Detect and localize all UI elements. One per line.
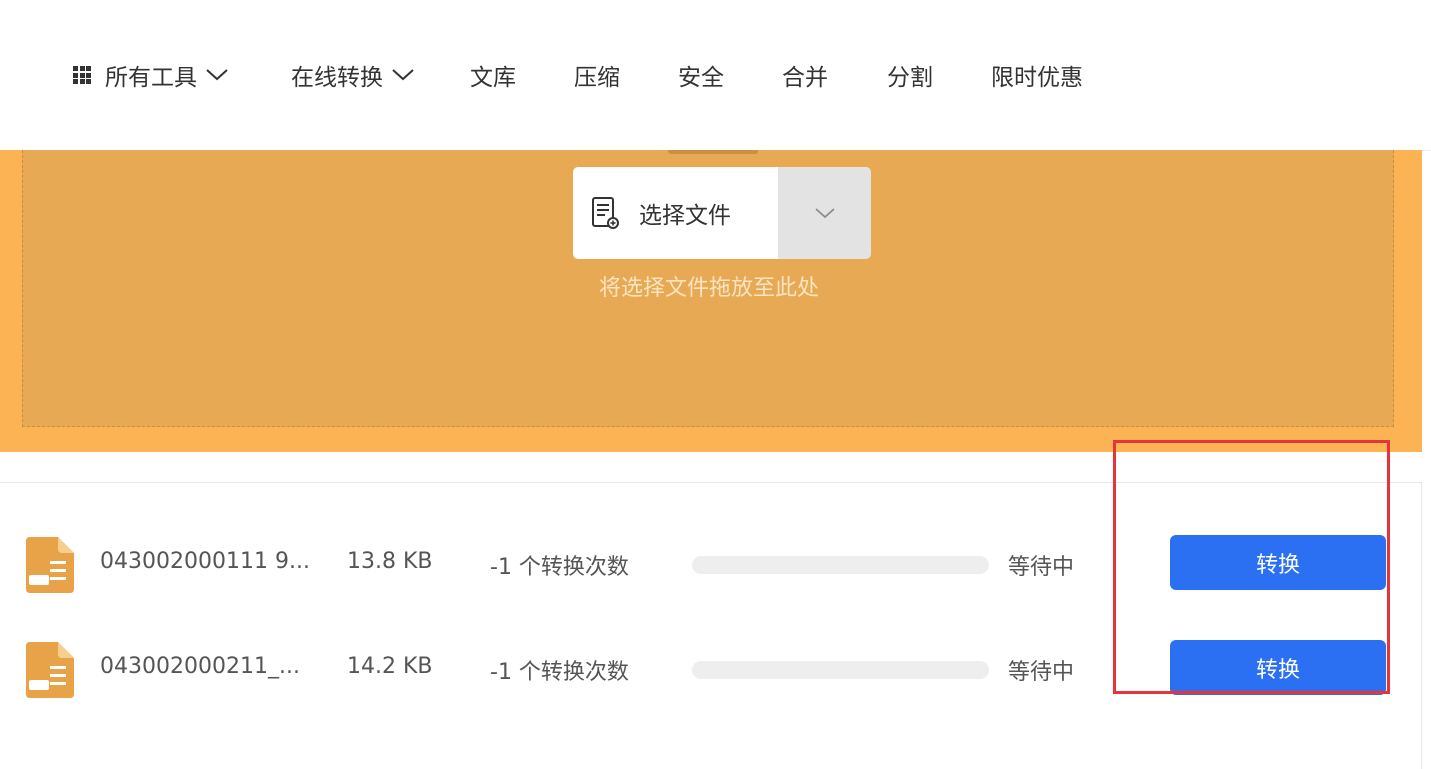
conversion-count: -1 个转换次数 xyxy=(490,660,629,685)
chevron-down-icon xyxy=(205,68,229,82)
nav-item-label: 限时优惠 xyxy=(991,65,1083,91)
nav-item-online-convert[interactable]: 在线转换 xyxy=(291,58,415,92)
file-row: 043002000111 9... 13.8 KB -1 个转换次数 等待中 转… xyxy=(0,535,1422,595)
nav-item-all-tools[interactable]: 所有工具 xyxy=(73,58,229,92)
nav-item-label: 分割 xyxy=(887,65,933,91)
document-icon xyxy=(591,196,621,230)
file-icon xyxy=(24,642,74,702)
status-text: 等待中 xyxy=(1008,660,1075,685)
select-file-label: 选择文件 xyxy=(639,203,731,229)
progress-bar xyxy=(692,556,989,574)
file-list: 043002000111 9... 13.8 KB -1 个转换次数 等待中 转… xyxy=(0,482,1422,769)
progress-bar xyxy=(692,661,989,679)
nav-item-label: 安全 xyxy=(678,65,724,91)
top-nav: 所有工具 在线转换 文库 压缩 安全 合并 分割 限时优惠 xyxy=(0,0,1431,151)
file-name: 043002000211_... xyxy=(100,654,300,679)
file-row: 043002000211_... 14.2 KB -1 个转换次数 等待中 转换 xyxy=(0,640,1422,700)
nav-item-label: 所有工具 xyxy=(105,65,197,91)
file-name: 043002000111 9... xyxy=(100,549,310,574)
nav-item-label: 文库 xyxy=(470,65,516,91)
nav-item-label: 压缩 xyxy=(574,65,620,91)
nav-item-security[interactable]: 安全 xyxy=(678,58,724,92)
upload-tab-indicator xyxy=(668,150,758,154)
nav-item-limited-offer[interactable]: 限时优惠 xyxy=(991,58,1083,92)
drop-hint: 将选择文件拖放至此处 xyxy=(598,276,819,301)
nav-item-library[interactable]: 文库 xyxy=(470,58,516,92)
select-source-dropdown[interactable] xyxy=(778,167,871,259)
page: 所有工具 在线转换 文库 压缩 安全 合并 分割 限时优惠 选择文件 将选择文件… xyxy=(0,0,1431,769)
nav-item-merge[interactable]: 合并 xyxy=(782,58,828,92)
status-text: 等待中 xyxy=(1008,555,1075,580)
nav-item-split[interactable]: 分割 xyxy=(887,58,933,92)
file-size: 13.8 KB xyxy=(347,549,433,574)
file-icon xyxy=(24,537,74,597)
chevron-down-icon xyxy=(814,204,836,223)
file-size: 14.2 KB xyxy=(347,654,433,679)
convert-button[interactable]: 转换 xyxy=(1170,640,1386,695)
chevron-down-icon xyxy=(391,68,415,82)
nav-item-label: 合并 xyxy=(782,65,828,91)
conversion-count: -1 个转换次数 xyxy=(490,555,629,580)
nav-item-compress[interactable]: 压缩 xyxy=(574,58,620,92)
nav-item-label: 在线转换 xyxy=(291,65,383,91)
select-file-button[interactable]: 选择文件 xyxy=(573,167,778,259)
convert-button[interactable]: 转换 xyxy=(1170,535,1386,590)
grid-icon xyxy=(73,66,91,84)
